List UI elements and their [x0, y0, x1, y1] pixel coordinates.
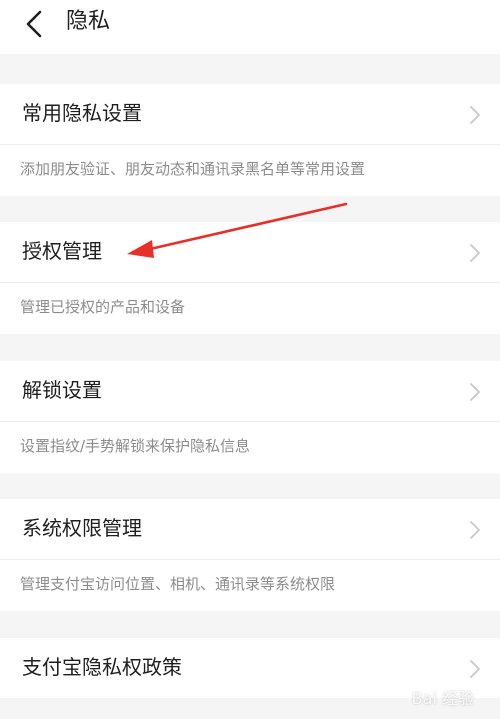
chevron-right-icon — [470, 106, 480, 124]
chevron-right-icon — [470, 383, 480, 401]
settings-item-common-privacy[interactable]: 常用隐私设置 — [0, 84, 500, 144]
settings-item-description: 添加朋友验证、朋友动态和通讯录黑名单等常用设置 — [20, 160, 366, 178]
settings-item-description: 设置指纹/手势解锁来保护隐私信息 — [20, 437, 251, 455]
settings-item-description: 管理支付宝访问位置、相机、通讯录等系统权限 — [20, 575, 336, 593]
chevron-left-icon — [26, 10, 42, 38]
settings-item-description-band: 添加朋友验证、朋友动态和通讯录黑名单等常用设置 — [0, 145, 500, 196]
settings-item-label: 支付宝隐私权政策 — [22, 655, 182, 679]
settings-item-label: 授权管理 — [22, 239, 102, 263]
back-button[interactable] — [14, 4, 54, 44]
settings-item-description-band: 设置指纹/手势解锁来保护隐私信息 — [0, 422, 500, 473]
settings-item-label: 解锁设置 — [22, 378, 102, 402]
settings-item-description: 管理已授权的产品和设备 — [20, 298, 186, 316]
chevron-right-icon — [470, 521, 480, 539]
settings-item-label: 系统权限管理 — [22, 516, 142, 540]
chevron-right-icon — [470, 660, 480, 678]
watermark: Bai 经验 — [411, 689, 474, 708]
settings-item-system-permissions[interactable]: 系统权限管理 — [0, 499, 500, 559]
settings-item-description-band: 管理已授权的产品和设备 — [0, 283, 500, 334]
settings-item-label: 常用隐私设置 — [22, 101, 142, 125]
settings-item-unlock[interactable]: 解锁设置 — [0, 361, 500, 421]
settings-item-authorization[interactable]: 授权管理 — [0, 222, 500, 282]
chevron-right-icon — [470, 244, 480, 262]
page-title: 隐私 — [66, 9, 111, 34]
settings-item-description-band: 管理支付宝访问位置、相机、通讯录等系统权限 — [0, 560, 500, 611]
top-bar: 隐私 — [0, 0, 500, 54]
